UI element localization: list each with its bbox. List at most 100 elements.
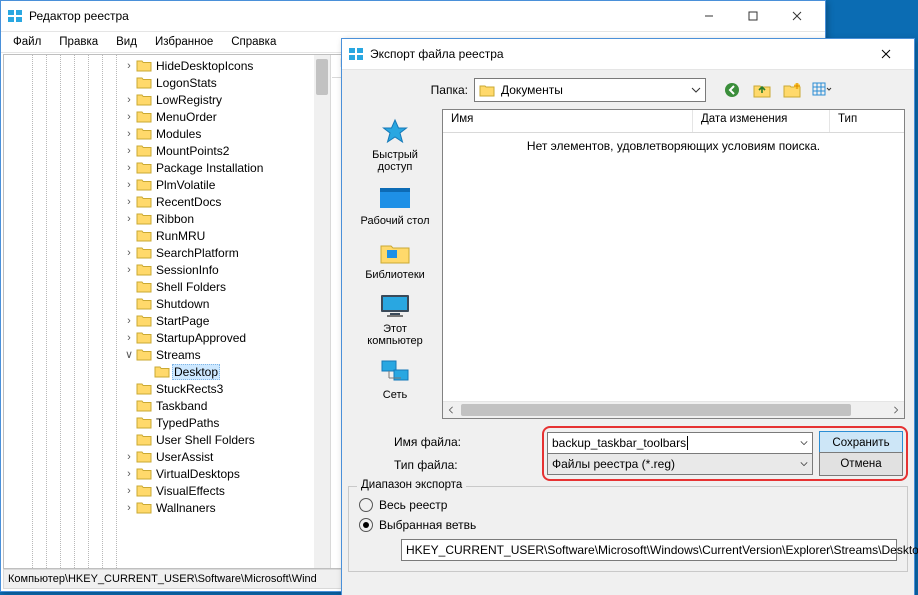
regedit-titlebar[interactable]: Редактор реестра	[1, 1, 825, 32]
file-list[interactable]: Имя Дата изменения Тип Нет элементов, уд…	[442, 109, 905, 419]
branch-path-input[interactable]: HKEY_CURRENT_USER\Software\Microsoft\Win…	[401, 539, 897, 561]
tree-node[interactable]: ›MountPoints2	[6, 142, 330, 159]
place-desktop[interactable]: Рабочий стол	[355, 183, 435, 227]
tree-node[interactable]: ›HideDesktopIcons	[6, 57, 330, 74]
tree-node-label: Wallnaners	[154, 501, 218, 515]
tree-node-label: PlmVolatile	[154, 178, 217, 192]
tree-node[interactable]: ›UserAssist	[6, 448, 330, 465]
tree-node[interactable]: ›MenuOrder	[6, 108, 330, 125]
tree-node[interactable]: › StartPage	[6, 312, 330, 329]
place-label: Библиотеки	[365, 269, 425, 281]
tree-twisty[interactable]: ›	[122, 145, 136, 157]
tree-twisty[interactable]: ›	[122, 179, 136, 191]
folder-icon	[136, 280, 152, 293]
tree-node[interactable]: ›SessionInfo	[6, 261, 330, 278]
folder-icon	[136, 450, 152, 463]
tree-node[interactable]: Desktop	[6, 363, 330, 380]
col-date[interactable]: Дата изменения	[693, 110, 830, 132]
tree-node[interactable]: User Shell Folders	[6, 431, 330, 448]
menu-fav[interactable]: Избранное	[147, 34, 221, 50]
close-button[interactable]	[775, 2, 819, 30]
tree-twisty[interactable]: ∨	[122, 348, 136, 361]
scroll-left-icon[interactable]	[443, 402, 459, 418]
tree-node[interactable]: ›RecentDocs	[6, 193, 330, 210]
file-name-label: Имя файла:	[348, 435, 534, 449]
minimize-button[interactable]	[687, 2, 731, 30]
folder-icon	[136, 59, 152, 72]
maximize-button[interactable]	[731, 2, 775, 30]
folder-combo[interactable]: Документы	[474, 78, 706, 102]
cancel-button[interactable]: Отмена	[819, 452, 903, 476]
file-list-hscroll[interactable]	[443, 401, 904, 418]
tree-twisty[interactable]: ›	[122, 213, 136, 225]
dialog-app-icon	[348, 46, 364, 62]
tree-node-label: Modules	[154, 127, 203, 141]
col-type[interactable]: Тип	[830, 110, 904, 132]
dialog-titlebar[interactable]: Экспорт файла реестра	[342, 39, 914, 70]
tree-twisty[interactable]: ›	[122, 315, 136, 327]
tree-node[interactable]: TypedPaths	[6, 414, 330, 431]
dialog-close-button[interactable]	[864, 40, 908, 68]
tree-node[interactable]: ›VisualEffects	[6, 482, 330, 499]
tree-node[interactable]: Shell Folders	[6, 278, 330, 295]
tree-node[interactable]: ›VirtualDesktops	[6, 465, 330, 482]
tree-node[interactable]: ›Ribbon	[6, 210, 330, 227]
view-menu-button[interactable]	[812, 80, 832, 100]
place-quick-access[interactable]: Быстрый доступ	[355, 117, 435, 173]
folder-icon	[479, 83, 495, 97]
tree-twisty[interactable]: ›	[122, 451, 136, 463]
tree-node[interactable]: › Modules	[6, 125, 330, 142]
folder-icon	[136, 127, 152, 140]
scroll-right-icon[interactable]	[888, 402, 904, 418]
tree-node[interactable]: LogonStats	[6, 74, 330, 91]
tree-twisty[interactable]: ›	[122, 128, 136, 140]
menu-edit[interactable]: Правка	[51, 34, 106, 50]
radio-all-label: Весь реестр	[379, 498, 447, 512]
tree-node[interactable]: ›SearchPlatform	[6, 244, 330, 261]
tree-node[interactable]: Taskband	[6, 397, 330, 414]
tree-twisty[interactable]: ›	[122, 60, 136, 72]
back-button[interactable]	[722, 80, 742, 100]
tree-twisty[interactable]: ›	[122, 468, 136, 480]
folder-icon	[136, 263, 152, 276]
tree-node[interactable]: ∨Streams	[6, 346, 330, 363]
up-one-level-button[interactable]	[752, 80, 772, 100]
tree-node[interactable]: ›StartupApproved	[6, 329, 330, 346]
chevron-down-icon[interactable]	[800, 439, 808, 447]
tree-twisty[interactable]: ›	[122, 162, 136, 174]
tree-pane[interactable]: ›HideDesktopIconsLogonStats›LowRegistry›…	[4, 55, 331, 568]
tree-node[interactable]: ›LowRegistry	[6, 91, 330, 108]
tree-node[interactable]: ›Package Installation	[6, 159, 330, 176]
col-name[interactable]: Имя	[443, 110, 693, 132]
radio-all[interactable]: Весь реестр	[359, 495, 897, 515]
file-name-input[interactable]: backup_taskbar_toolbars	[547, 432, 813, 454]
file-type-combo[interactable]: Файлы реестра (*.reg)	[547, 453, 813, 475]
tree-twisty[interactable]: ›	[122, 111, 136, 123]
tree-node-label: Shell Folders	[154, 280, 228, 294]
new-folder-button[interactable]	[782, 80, 802, 100]
place-this-pc[interactable]: Этот компьютер	[355, 291, 435, 347]
dialog-title: Экспорт файла реестра	[370, 47, 864, 61]
tree-node-label: StartPage	[154, 314, 211, 328]
menu-view[interactable]: Вид	[108, 34, 145, 50]
place-libraries[interactable]: Библиотеки	[355, 237, 435, 281]
tree-twisty[interactable]: ›	[122, 332, 136, 344]
tree-node[interactable]: StuckRects3	[6, 380, 330, 397]
places-bar: Быстрый доступ Рабочий стол Библиотеки Э…	[348, 109, 442, 419]
tree-twisty[interactable]: ›	[122, 264, 136, 276]
tree-twisty[interactable]: ›	[122, 94, 136, 106]
tree-twisty[interactable]: ›	[122, 196, 136, 208]
tree-node[interactable]: › PlmVolatile	[6, 176, 330, 193]
place-label: Рабочий стол	[360, 215, 429, 227]
tree-twisty[interactable]: ›	[122, 247, 136, 259]
tree-twisty[interactable]: ›	[122, 502, 136, 514]
menu-help[interactable]: Справка	[223, 34, 284, 50]
tree-twisty[interactable]: ›	[122, 485, 136, 497]
menu-file[interactable]: Файл	[5, 34, 49, 50]
tree-node[interactable]: Shutdown	[6, 295, 330, 312]
tree-node[interactable]: RunMRU	[6, 227, 330, 244]
place-network[interactable]: Сеть	[355, 357, 435, 401]
tree-scrollbar[interactable]	[314, 55, 330, 568]
radio-branch[interactable]: Выбранная ветвь	[359, 515, 897, 535]
tree-node[interactable]: › Wallnaners	[6, 499, 330, 516]
